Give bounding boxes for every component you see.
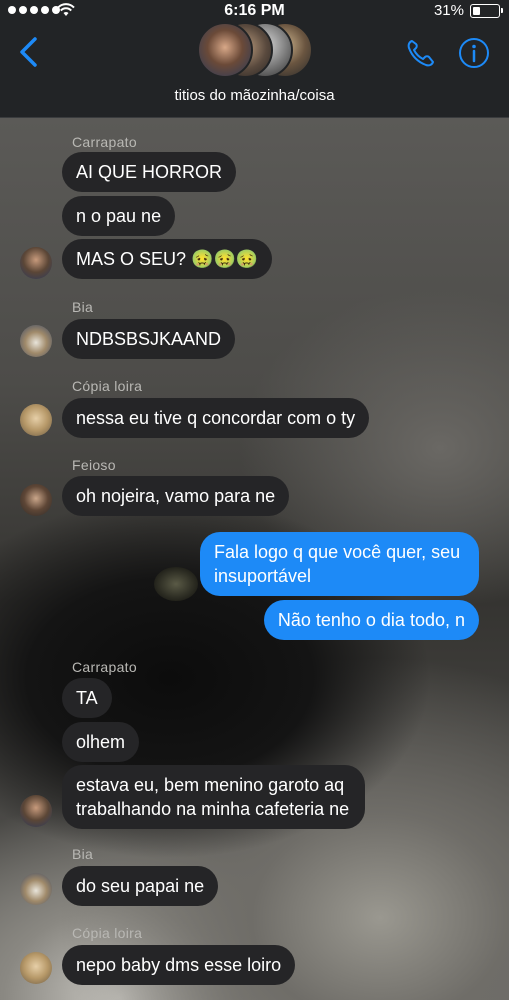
sender-name: Cópia loira bbox=[72, 378, 143, 394]
avatar-bia[interactable] bbox=[20, 325, 52, 357]
message-list[interactable]: Carrapato AI QUE HORROR n o pau ne MAS O… bbox=[0, 118, 509, 1000]
battery-percentage: 31% bbox=[433, 2, 464, 19]
incoming-message-bubble[interactable]: TA bbox=[62, 678, 112, 718]
avatar-bia[interactable] bbox=[20, 873, 52, 905]
sender-name: Carrapato bbox=[72, 134, 137, 150]
sender-name: Feioso bbox=[72, 457, 116, 473]
incoming-message-bubble[interactable]: MAS O SEU? 🤢🤢🤢 bbox=[62, 239, 273, 279]
avatar-feioso[interactable] bbox=[20, 484, 52, 516]
sender-name: Cópia loira bbox=[72, 925, 143, 941]
message-line: estava eu, bem menino garoto aq bbox=[76, 775, 345, 795]
incoming-message-bubble[interactable]: nessa eu tive q concordar com o ty bbox=[62, 398, 370, 438]
incoming-message-bubble[interactable]: AI QUE HORROR bbox=[62, 152, 237, 192]
outgoing-message-bubble[interactable]: Fala logo q que você quer, seu insuportá… bbox=[200, 532, 479, 596]
avatar-copia-loira[interactable] bbox=[20, 952, 52, 984]
back-chevron-icon[interactable] bbox=[16, 36, 42, 68]
incoming-message-bubble[interactable]: do seu papai ne bbox=[62, 866, 219, 906]
incoming-message-bubble[interactable]: oh nojeira, vamo para ne bbox=[62, 476, 290, 516]
incoming-message-bubble[interactable]: n o pau ne bbox=[62, 196, 176, 236]
sender-name: Carrapato bbox=[72, 659, 137, 675]
message-line: trabalhando na minha cafeteria ne bbox=[76, 799, 350, 819]
status-time: 6:16 PM bbox=[224, 2, 285, 19]
message-line: insuportável bbox=[214, 566, 312, 586]
status-bar: 6:16 PM 31% bbox=[0, 0, 509, 22]
avatar-carrapato[interactable] bbox=[20, 795, 52, 827]
conversation-header: 6:16 PM 31% titios do mãozinha/coisa bbox=[0, 0, 509, 118]
outgoing-message-bubble[interactable]: Não tenho o dia todo, n bbox=[263, 600, 479, 640]
battery-icon bbox=[470, 4, 503, 18]
group-avatar-stack[interactable] bbox=[197, 22, 313, 78]
sender-name: Bia bbox=[72, 846, 94, 862]
avatar-copia-loira[interactable] bbox=[20, 404, 52, 436]
phone-call-icon[interactable] bbox=[404, 38, 438, 70]
info-icon[interactable] bbox=[458, 37, 490, 69]
incoming-message-bubble[interactable]: NDBSBSJKAAND bbox=[62, 319, 236, 359]
group-member-avatar bbox=[197, 22, 253, 78]
group-name-title[interactable]: titios do mãozinha/coisa bbox=[0, 87, 509, 104]
avatar-carrapato[interactable] bbox=[20, 247, 52, 279]
incoming-message-bubble[interactable]: olhem bbox=[62, 722, 140, 762]
incoming-message-bubble[interactable]: nepo baby dms esse loiro bbox=[62, 945, 296, 985]
message-line: Fala logo q que você quer, seu bbox=[214, 542, 461, 562]
sender-name: Bia bbox=[72, 299, 94, 315]
incoming-message-bubble[interactable]: estava eu, bem menino garoto aq trabalha… bbox=[62, 765, 365, 829]
battery-level-fill bbox=[472, 6, 480, 15]
